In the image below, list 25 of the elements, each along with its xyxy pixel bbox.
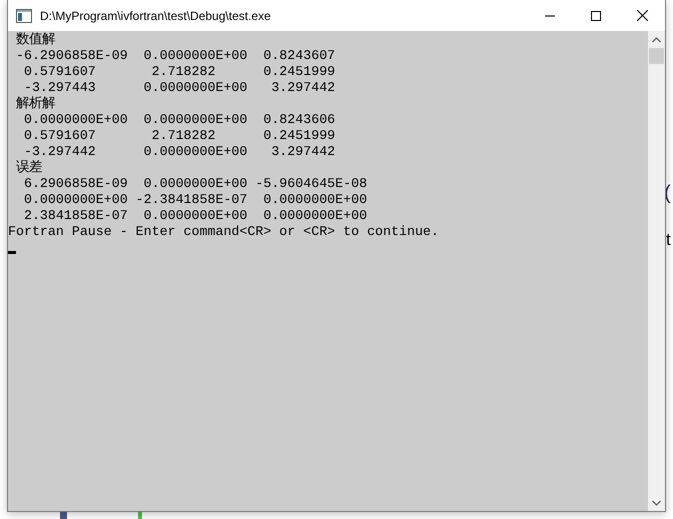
scroll-up-icon[interactable] — [652, 36, 661, 42]
console-line: 0.5791607 2.718282 0.2451999 — [22, 128, 336, 144]
scroll-thumb[interactable] — [649, 48, 664, 64]
close-icon — [636, 10, 648, 21]
scroll-down-icon[interactable] — [652, 500, 661, 506]
console-line: 解析解 — [14, 96, 55, 112]
background-marker — [60, 512, 67, 519]
console-line: 0.0000000E+00 -2.3841858E-07 0.0000000E+00 — [22, 192, 368, 208]
console-line: 6.2906858E-09 0.0000000E+00 -5.9604645E-08 — [22, 176, 368, 192]
background-marker — [138, 512, 142, 519]
scrollbar[interactable] — [648, 31, 665, 511]
window-title: D:\MyProgram\ivfortran\test\Debug\test.exe — [40, 8, 272, 22]
console-line: Fortran Pause - Enter command<CR> or <CR> to continue. — [8, 224, 439, 240]
console-line: 0.5791607 2.718282 0.2451999 — [22, 64, 336, 80]
text-cursor — [8, 251, 16, 254]
background-text: t — [666, 230, 671, 250]
maximize-icon — [591, 10, 601, 20]
console-line: 误差 — [14, 160, 42, 176]
console-app-icon — [16, 8, 32, 22]
console-line: 2.3841858E-07 0.0000000E+00 0.0000000E+00 — [22, 208, 368, 224]
console-line: -3.297443 0.0000000E+00 3.297442 — [22, 80, 336, 96]
console-line: 数值解 — [14, 32, 55, 48]
console-line: 0.0000000E+00 0.0000000E+00 0.8243606 — [22, 112, 336, 128]
console-line: -3.297442 0.0000000E+00 3.297442 — [22, 144, 336, 160]
console-line: -6.2906858E-09 0.0000000E+00 0.8243607 — [14, 48, 336, 64]
